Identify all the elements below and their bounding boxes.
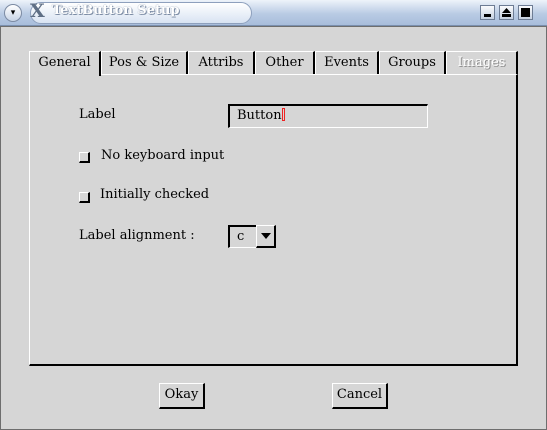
maximize-button[interactable]	[499, 5, 514, 20]
close-button[interactable]	[518, 5, 533, 20]
cancel-button[interactable]: Cancel	[332, 383, 388, 409]
tab-label: Groups	[388, 55, 436, 70]
text-cursor	[281, 108, 285, 121]
window-menu-button[interactable]: ▾	[4, 4, 22, 22]
tab-label: Attribs	[198, 55, 244, 70]
x-logo-icon: X	[30, 0, 45, 22]
tab-label: Pos & Size	[108, 55, 180, 70]
no-keyboard-label: No keyboard input	[101, 148, 225, 163]
okay-button[interactable]: Okay	[159, 383, 205, 409]
maximize-icon	[502, 8, 511, 17]
title-bar[interactable]: ▾ X TextButton Setup	[0, 0, 547, 26]
tab-pos-size[interactable]: Pos & Size	[101, 51, 188, 74]
initially-checked-label: Initially checked	[100, 187, 210, 202]
label-input-value: Button	[237, 108, 282, 123]
okay-label: Okay	[164, 387, 199, 402]
tab-label: Events	[324, 55, 369, 70]
label-caption: Label	[79, 107, 116, 122]
triangle-down-icon	[261, 233, 271, 239]
alignment-dropdown-button[interactable]	[256, 225, 276, 248]
tab-general[interactable]: General	[29, 51, 101, 76]
label-input[interactable]: Button	[228, 104, 428, 128]
alignment-caption: Label alignment :	[79, 228, 195, 243]
alignment-select[interactable]: c	[228, 225, 276, 248]
tab-groups[interactable]: Groups	[379, 51, 446, 74]
no-keyboard-checkbox[interactable]	[79, 152, 90, 163]
minimize-button[interactable]	[480, 5, 495, 20]
minimize-icon	[484, 14, 491, 17]
cancel-label: Cancel	[336, 387, 383, 402]
chevron-down-icon: ▾	[10, 8, 16, 18]
initially-checked-checkbox[interactable]	[79, 192, 90, 203]
tab-images: Images	[446, 51, 518, 74]
tab-label: Images	[457, 55, 506, 70]
tab-label: Other	[265, 55, 304, 70]
close-icon	[521, 8, 530, 17]
tab-events[interactable]: Events	[315, 51, 379, 74]
alignment-value: c	[228, 225, 256, 248]
tab-attribs[interactable]: Attribs	[188, 51, 255, 74]
tab-other[interactable]: Other	[255, 51, 315, 74]
tab-label: General	[38, 55, 91, 70]
window-title: TextButton Setup	[52, 3, 180, 18]
